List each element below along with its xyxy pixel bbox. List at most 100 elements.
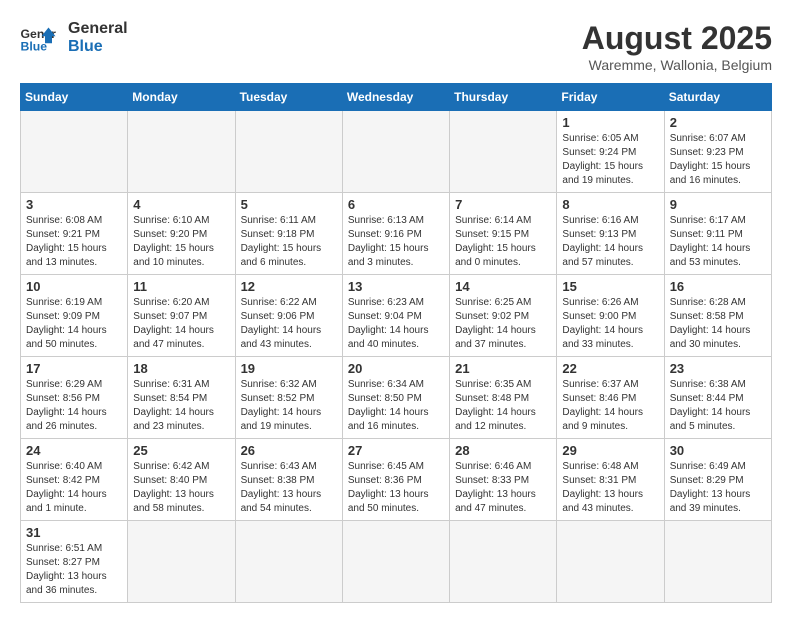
logo-blue-text: Blue bbox=[68, 38, 128, 56]
day-number: 6 bbox=[348, 197, 444, 212]
day-cell: 13Sunrise: 6:23 AM Sunset: 9:04 PM Dayli… bbox=[342, 275, 449, 357]
calendar-table: Sunday Monday Tuesday Wednesday Thursday… bbox=[20, 83, 772, 603]
day-info: Sunrise: 6:08 AM Sunset: 9:21 PM Dayligh… bbox=[26, 214, 122, 270]
day-cell bbox=[128, 111, 235, 193]
day-info: Sunrise: 6:28 AM Sunset: 8:58 PM Dayligh… bbox=[670, 296, 766, 352]
day-info: Sunrise: 6:46 AM Sunset: 8:33 PM Dayligh… bbox=[455, 460, 551, 516]
day-cell: 10 Sunrise: 6:19 AM Sunset: 9:09 PM Dayli… bbox=[21, 275, 128, 357]
header-saturday: Saturday bbox=[664, 84, 771, 111]
day-number: 10 bbox=[26, 279, 122, 294]
day-number: 30 bbox=[670, 443, 766, 458]
day-cell: 4 Sunrise: 6:10 AM Sunset: 9:20 PM Daylig… bbox=[128, 193, 235, 275]
day-cell bbox=[128, 521, 235, 603]
day-number: 11 bbox=[133, 279, 229, 294]
day-number: 9 bbox=[670, 197, 766, 212]
day-number: 31 bbox=[26, 525, 122, 540]
day-info: Sunrise: 6:11 AM Sunset: 9:18 PM Dayligh… bbox=[241, 214, 337, 270]
day-number: 16 bbox=[670, 279, 766, 294]
day-cell: 23 Sunrise: 6:38 AM Sunset: 8:44 PM Dayli… bbox=[664, 357, 771, 439]
day-number: 19 bbox=[241, 361, 337, 376]
day-cell bbox=[557, 521, 664, 603]
day-number: 29 bbox=[562, 443, 658, 458]
day-cell: 12Sunrise: 6:22 AM Sunset: 9:06 PM Dayli… bbox=[235, 275, 342, 357]
day-cell bbox=[450, 521, 557, 603]
day-number: 28 bbox=[455, 443, 551, 458]
day-number: 24 bbox=[26, 443, 122, 458]
header-sunday: Sunday bbox=[21, 84, 128, 111]
day-cell: 9 Sunrise: 6:17 AM Sunset: 9:11 PM Daylig… bbox=[664, 193, 771, 275]
day-number: 20 bbox=[348, 361, 444, 376]
logo-general-text: General bbox=[68, 20, 128, 38]
day-info: Sunrise: 6:07 AM Sunset: 9:23 PM Dayligh… bbox=[670, 132, 766, 188]
day-info: Sunrise: 6:49 AM Sunset: 8:29 PM Dayligh… bbox=[670, 460, 766, 516]
day-number: 1 bbox=[562, 115, 658, 130]
day-info: Sunrise: 6:31 AM Sunset: 8:54 PM Dayligh… bbox=[133, 378, 229, 434]
day-cell: 18 Sunrise: 6:31 AM Sunset: 8:54 PM Dayli… bbox=[128, 357, 235, 439]
day-cell: 24 Sunrise: 6:40 AM Sunset: 8:42 PM Dayli… bbox=[21, 439, 128, 521]
day-info: Sunrise: 6:51 AM Sunset: 8:27 PM Dayligh… bbox=[26, 542, 122, 598]
week-row-1: 3Sunrise: 6:08 AM Sunset: 9:21 PM Daylig… bbox=[21, 193, 772, 275]
weekday-header-row: Sunday Monday Tuesday Wednesday Thursday… bbox=[21, 84, 772, 111]
week-row-5: 31 Sunrise: 6:51 AM Sunset: 8:27 PM Dayli… bbox=[21, 521, 772, 603]
day-cell: 16 Sunrise: 6:28 AM Sunset: 8:58 PM Dayli… bbox=[664, 275, 771, 357]
day-info: Sunrise: 6:20 AM Sunset: 9:07 PM Dayligh… bbox=[133, 296, 229, 352]
day-info: Sunrise: 6:14 AM Sunset: 9:15 PM Dayligh… bbox=[455, 214, 551, 270]
day-info: Sunrise: 6:37 AM Sunset: 8:46 PM Dayligh… bbox=[562, 378, 658, 434]
week-row-4: 24 Sunrise: 6:40 AM Sunset: 8:42 PM Dayli… bbox=[21, 439, 772, 521]
day-cell: 21Sunrise: 6:35 AM Sunset: 8:48 PM Dayli… bbox=[450, 357, 557, 439]
day-cell: 6Sunrise: 6:13 AM Sunset: 9:16 PM Daylig… bbox=[342, 193, 449, 275]
day-cell bbox=[21, 111, 128, 193]
day-info: Sunrise: 6:35 AM Sunset: 8:48 PM Dayligh… bbox=[455, 378, 551, 434]
title-block: August 2025 Waremme, Wallonia, Belgium bbox=[582, 20, 772, 73]
day-cell: 20Sunrise: 6:34 AM Sunset: 8:50 PM Dayli… bbox=[342, 357, 449, 439]
day-info: Sunrise: 6:26 AM Sunset: 9:00 PM Dayligh… bbox=[562, 296, 658, 352]
day-info: Sunrise: 6:42 AM Sunset: 8:40 PM Dayligh… bbox=[133, 460, 229, 516]
page-header: General Blue General Blue August 2025 Wa… bbox=[20, 20, 772, 73]
day-cell: 1 Sunrise: 6:05 AM Sunset: 9:24 PM Daylig… bbox=[557, 111, 664, 193]
day-info: Sunrise: 6:45 AM Sunset: 8:36 PM Dayligh… bbox=[348, 460, 444, 516]
day-cell: 8 Sunrise: 6:16 AM Sunset: 9:13 PM Daylig… bbox=[557, 193, 664, 275]
day-info: Sunrise: 6:10 AM Sunset: 9:20 PM Dayligh… bbox=[133, 214, 229, 270]
logo: General Blue General Blue bbox=[20, 20, 128, 56]
week-row-3: 17 Sunrise: 6:29 AM Sunset: 8:56 PM Dayli… bbox=[21, 357, 772, 439]
svg-text:Blue: Blue bbox=[21, 39, 48, 52]
day-cell: 29Sunrise: 6:48 AM Sunset: 8:31 PM Dayli… bbox=[557, 439, 664, 521]
day-info: Sunrise: 6:05 AM Sunset: 9:24 PM Dayligh… bbox=[562, 132, 658, 188]
day-cell bbox=[235, 521, 342, 603]
day-number: 18 bbox=[133, 361, 229, 376]
day-info: Sunrise: 6:17 AM Sunset: 9:11 PM Dayligh… bbox=[670, 214, 766, 270]
day-number: 2 bbox=[670, 115, 766, 130]
day-number: 14 bbox=[455, 279, 551, 294]
day-cell: 7Sunrise: 6:14 AM Sunset: 9:15 PM Daylig… bbox=[450, 193, 557, 275]
location-subtitle: Waremme, Wallonia, Belgium bbox=[582, 57, 772, 73]
day-number: 23 bbox=[670, 361, 766, 376]
day-number: 4 bbox=[133, 197, 229, 212]
day-cell bbox=[235, 111, 342, 193]
header-friday: Friday bbox=[557, 84, 664, 111]
day-cell: 3Sunrise: 6:08 AM Sunset: 9:21 PM Daylig… bbox=[21, 193, 128, 275]
day-number: 26 bbox=[241, 443, 337, 458]
day-info: Sunrise: 6:40 AM Sunset: 8:42 PM Dayligh… bbox=[26, 460, 122, 516]
day-cell: 22 Sunrise: 6:37 AM Sunset: 8:46 PM Dayli… bbox=[557, 357, 664, 439]
day-info: Sunrise: 6:32 AM Sunset: 8:52 PM Dayligh… bbox=[241, 378, 337, 434]
day-number: 5 bbox=[241, 197, 337, 212]
header-tuesday: Tuesday bbox=[235, 84, 342, 111]
day-cell: 11 Sunrise: 6:20 AM Sunset: 9:07 PM Dayli… bbox=[128, 275, 235, 357]
day-info: Sunrise: 6:38 AM Sunset: 8:44 PM Dayligh… bbox=[670, 378, 766, 434]
day-cell: 25Sunrise: 6:42 AM Sunset: 8:40 PM Dayli… bbox=[128, 439, 235, 521]
day-number: 22 bbox=[562, 361, 658, 376]
day-cell: 28 Sunrise: 6:46 AM Sunset: 8:33 PM Dayli… bbox=[450, 439, 557, 521]
day-number: 17 bbox=[26, 361, 122, 376]
day-info: Sunrise: 6:19 AM Sunset: 9:09 PM Dayligh… bbox=[26, 296, 122, 352]
day-number: 12 bbox=[241, 279, 337, 294]
day-info: Sunrise: 6:29 AM Sunset: 8:56 PM Dayligh… bbox=[26, 378, 122, 434]
day-cell bbox=[342, 111, 449, 193]
header-thursday: Thursday bbox=[450, 84, 557, 111]
day-info: Sunrise: 6:16 AM Sunset: 9:13 PM Dayligh… bbox=[562, 214, 658, 270]
day-cell: 2 Sunrise: 6:07 AM Sunset: 9:23 PM Daylig… bbox=[664, 111, 771, 193]
day-number: 8 bbox=[562, 197, 658, 212]
day-cell: 30 Sunrise: 6:49 AM Sunset: 8:29 PM Dayli… bbox=[664, 439, 771, 521]
day-cell: 5 Sunrise: 6:11 AM Sunset: 9:18 PM Daylig… bbox=[235, 193, 342, 275]
day-info: Sunrise: 6:25 AM Sunset: 9:02 PM Dayligh… bbox=[455, 296, 551, 352]
day-cell: 15Sunrise: 6:26 AM Sunset: 9:00 PM Dayli… bbox=[557, 275, 664, 357]
